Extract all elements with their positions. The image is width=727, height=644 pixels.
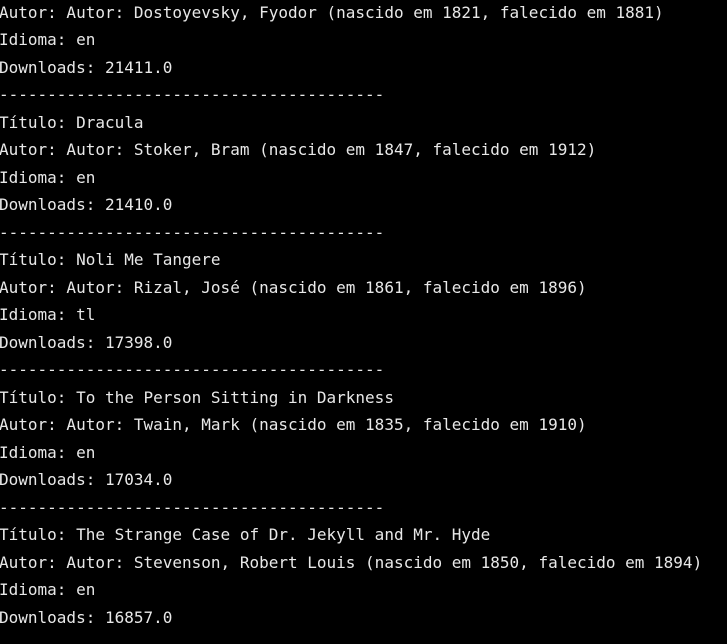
language-line: Idioma: en bbox=[0, 30, 96, 49]
separator-line: ---------------------------------------- bbox=[0, 85, 385, 104]
downloads-line: Downloads: 21411.0 bbox=[0, 57, 173, 77]
title-line: Título: The Strange Case of Dr. Jekyll a… bbox=[0, 525, 491, 544]
separator-line: ---------------------------------------- bbox=[0, 497, 385, 517]
language-line: Idioma: tl bbox=[0, 305, 96, 324]
console-output: Autor: Autor: Dostoyevsky, Fyodor (nasci… bbox=[0, 0, 727, 644]
separator-line: ---------------------------------------- bbox=[0, 360, 385, 379]
language-line: Idioma: en bbox=[0, 167, 96, 187]
author-line: Autor: Autor: Twain, Mark (nascido em 18… bbox=[0, 415, 587, 434]
separator-line: ---------------------------------------- bbox=[0, 222, 385, 242]
downloads-line: Downloads: 17034.0 bbox=[0, 470, 173, 489]
separator-line: ---------------------------------------- bbox=[0, 631, 384, 644]
author-line: Autor: Autor: Rizal, José (nascido em 18… bbox=[0, 277, 587, 297]
language-line: Idioma: en bbox=[0, 580, 96, 599]
language-line: Idioma: en bbox=[0, 442, 96, 462]
author-line: Autor: Autor: Dostoyevsky, Fyodor (nasci… bbox=[0, 2, 664, 22]
title-line: Título: To the Person Sitting in Darknes… bbox=[0, 387, 394, 407]
title-line: Título: Dracula bbox=[0, 112, 144, 132]
author-line: Autor: Autor: Stoker, Bram (nascido em 1… bbox=[0, 140, 597, 159]
title-line: Título: Noli Me Tangere bbox=[0, 250, 221, 269]
downloads-line: Downloads: 16857.0 bbox=[0, 607, 173, 627]
downloads-line: Downloads: 21410.0 bbox=[0, 195, 173, 214]
downloads-line: Downloads: 17398.0 bbox=[0, 332, 173, 352]
author-line: Autor: Autor: Stevenson, Robert Louis (n… bbox=[0, 552, 703, 572]
